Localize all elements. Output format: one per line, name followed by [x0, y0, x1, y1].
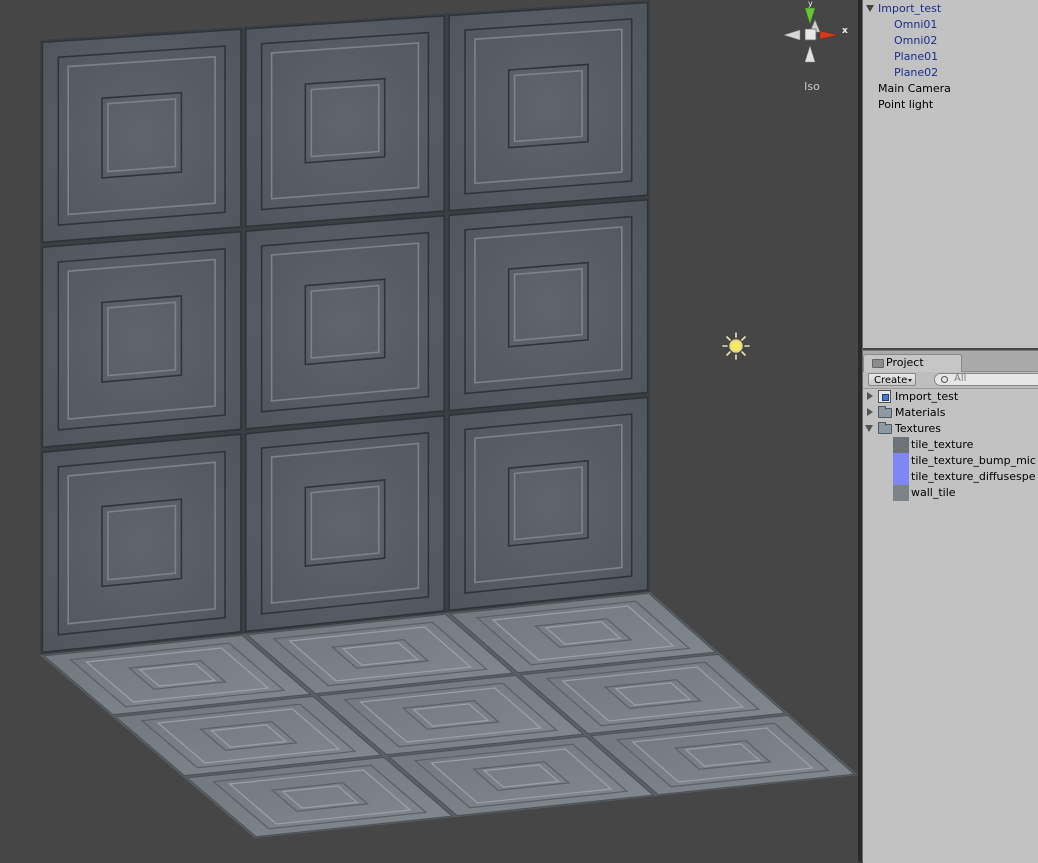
hierarchy-item-main-camera[interactable]: Main Camera: [878, 81, 951, 97]
normalmap-icon: [893, 453, 909, 469]
gizmo-neg-x-cone: [783, 29, 801, 41]
wall-tile: [245, 15, 445, 228]
wall-tile: [245, 414, 445, 633]
scene-canvas[interactable]: [0, 0, 858, 862]
gizmo-x-label: x: [842, 26, 848, 36]
folder-open-icon: [878, 422, 892, 434]
prefab-icon: [878, 390, 891, 403]
tab-project[interactable]: Project: [863, 354, 962, 372]
project-item-import-test[interactable]: Import_test: [863, 389, 1038, 405]
gizmo-x-cone: [819, 30, 839, 40]
wall-tile: [448, 396, 649, 612]
gizmo-neg-y-cone: [804, 45, 816, 63]
foldout-expanded-icon[interactable]: [866, 5, 874, 12]
wall-tile: [41, 28, 242, 244]
search-input[interactable]: All: [934, 373, 1038, 386]
project-tab-bar: Project: [863, 351, 1038, 372]
projection-label[interactable]: Iso: [800, 80, 824, 93]
scene-view[interactable]: [0, 0, 858, 862]
project-panel: Project Create All Import_test Materials…: [863, 350, 1038, 863]
project-item-tile-texture-diffuse[interactable]: tile_texture_diffusespe: [863, 469, 1038, 485]
gizmo-center-cube: [804, 28, 817, 41]
project-item-tile-texture[interactable]: tile_texture: [863, 437, 1038, 453]
search-icon: [941, 376, 948, 383]
foldout-expanded-icon[interactable]: [865, 425, 873, 432]
wall-tile: [41, 230, 242, 449]
gizmo-y-cone: [804, 7, 816, 25]
hierarchy-item-plane02[interactable]: Plane02: [894, 65, 938, 81]
hierarchy-item-plane01[interactable]: Plane01: [894, 49, 938, 65]
project-item-textures[interactable]: Textures: [863, 421, 1038, 437]
project-toolbar: Create All: [863, 372, 1038, 389]
hierarchy-item-omni02[interactable]: Omni02: [894, 33, 937, 49]
create-button[interactable]: Create: [868, 373, 916, 386]
project-item-wall-tile[interactable]: wall_tile: [863, 485, 1038, 501]
texture-icon: [893, 485, 909, 501]
hierarchy-item-point-light[interactable]: Point light: [878, 97, 933, 113]
wall-tile: [448, 1, 649, 212]
folder-icon: [878, 406, 892, 418]
folder-tab-icon: [872, 359, 884, 368]
wall-tile: [245, 214, 445, 430]
gizmo-y-label: y: [808, 0, 813, 8]
project-item-materials[interactable]: Materials: [863, 405, 1038, 421]
point-light-icon[interactable]: [721, 331, 751, 361]
hierarchy-panel: Import_test Omni01 Omni02 Plane01 Plane0…: [863, 0, 1038, 348]
wall-tile: [41, 433, 242, 654]
hierarchy-item-omni01[interactable]: Omni01: [894, 17, 937, 33]
create-button-label: Create: [874, 375, 908, 386]
texture-icon: [893, 437, 909, 453]
normalmap-icon: [893, 469, 909, 485]
project-item-tile-texture-bump[interactable]: tile_texture_bump_mic: [863, 453, 1038, 469]
tab-project-label: Project: [886, 356, 924, 369]
wall-plane: [40, 0, 650, 655]
search-placeholder: All: [954, 373, 967, 384]
dropdown-caret-icon: [908, 379, 912, 382]
wall-tile: [448, 199, 649, 412]
foldout-collapsed-icon[interactable]: [867, 408, 873, 416]
foldout-collapsed-icon[interactable]: [867, 392, 873, 400]
